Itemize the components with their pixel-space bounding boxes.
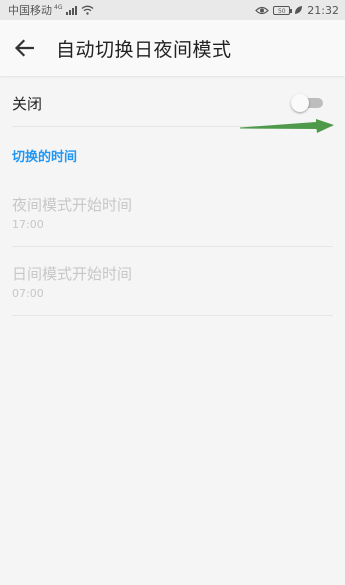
battery-icon: 50	[273, 5, 293, 15]
carrier-label: 中国移动	[8, 4, 52, 17]
wifi-icon	[82, 5, 94, 15]
status-bar-left: 中国移动 4G	[8, 2, 94, 18]
day-start-time-item[interactable]: 日间模式开始时间 07:00	[12, 263, 333, 316]
status-bar: 中国移动 4G 50 21:32	[0, 0, 345, 20]
back-arrow-icon	[14, 39, 34, 57]
page-title: 自动切换日夜间模式	[56, 38, 232, 61]
day-start-title: 日间模式开始时间	[12, 265, 133, 283]
toggle-status-label: 关闭	[12, 94, 43, 113]
auto-switch-toggle[interactable]	[291, 94, 325, 112]
annotation-arrow-icon	[240, 119, 334, 133]
toggle-knob	[291, 94, 309, 112]
clock-label: 21:32	[307, 3, 339, 17]
night-start-time-item[interactable]: 夜间模式开始时间 17:00	[12, 194, 333, 247]
leaf-icon	[295, 6, 303, 14]
network-type-label: 4G	[54, 3, 63, 11]
night-start-value: 17:00	[12, 218, 44, 231]
day-start-value: 07:00	[12, 287, 44, 300]
eye-icon	[255, 6, 270, 14]
back-button[interactable]	[2, 26, 46, 70]
toolbar: 自动切换日夜间模式	[0, 20, 345, 76]
section-header-switch-time: 切换的时间	[12, 150, 78, 165]
night-start-title: 夜间模式开始时间	[12, 196, 133, 214]
signal-icon	[66, 5, 78, 15]
status-bar-right: 50 21:32	[255, 4, 339, 17]
